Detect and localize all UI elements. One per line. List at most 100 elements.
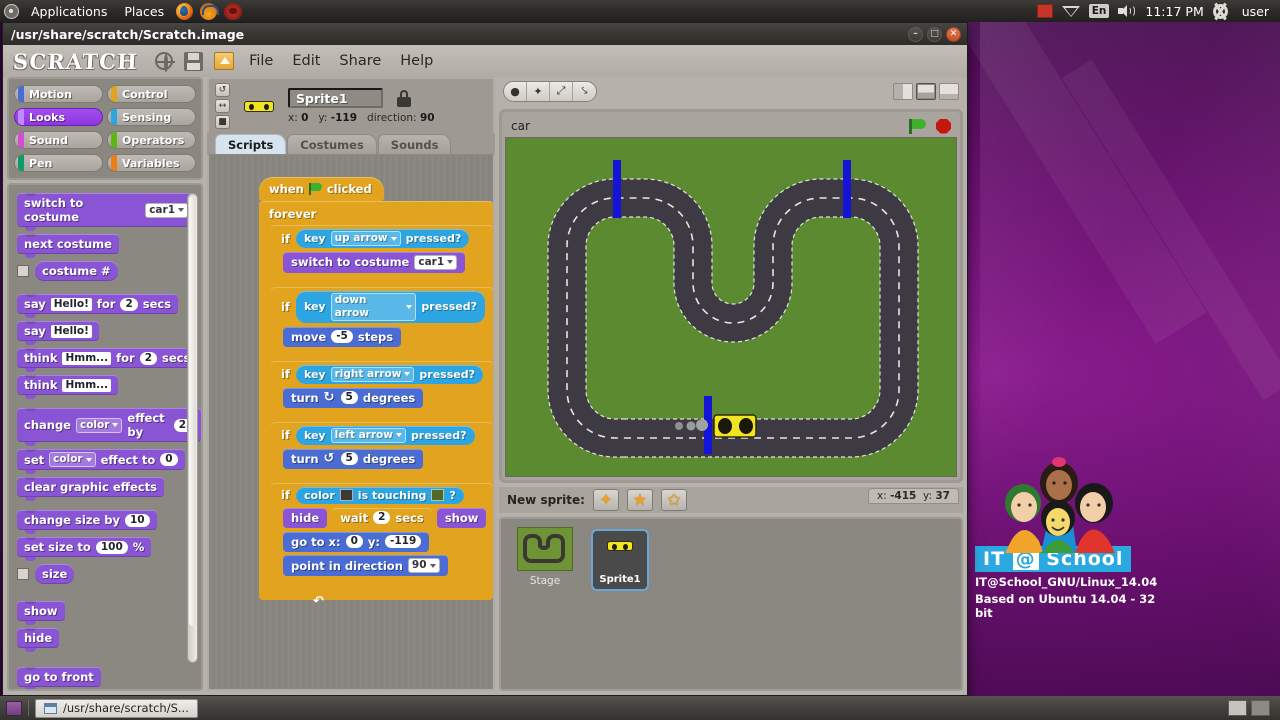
scripts-canvas[interactable]: when clicked forever if key up arrow pre… — [207, 154, 495, 691]
key-dropdown[interactable]: right arrow — [330, 366, 415, 382]
wait-secs-input[interactable]: 2 — [373, 511, 391, 524]
block-hide[interactable]: hide — [283, 507, 328, 528]
effect-dropdown[interactable]: color — [49, 452, 96, 467]
degrees-input[interactable]: 5 — [340, 391, 358, 404]
normal-stage-icon[interactable] — [916, 82, 936, 100]
menu-edit[interactable]: Edit — [288, 51, 324, 71]
category-sensing[interactable]: Sensing — [107, 108, 196, 126]
tab-costumes[interactable]: Costumes — [287, 134, 377, 154]
size-checkbox[interactable] — [17, 568, 29, 580]
block-key-pressed[interactable]: key left arrow pressed? — [295, 425, 475, 445]
palette-block-think[interactable]: think Hmm... — [17, 375, 119, 399]
direction-dropdown[interactable]: 90 — [407, 558, 440, 573]
category-operators[interactable]: Operators — [107, 131, 196, 149]
palette-block-switch-to-costume[interactable]: switch to costume car1 — [17, 193, 195, 231]
menu-share[interactable]: Share — [335, 51, 385, 71]
stage-thumbnail[interactable] — [517, 527, 573, 571]
minimize-button[interactable]: – — [908, 26, 923, 42]
think-text-input[interactable]: Hmm... — [62, 378, 112, 392]
key-dropdown[interactable]: up arrow — [330, 231, 401, 246]
menu-help[interactable]: Help — [396, 51, 437, 71]
flip-horizontal-icon[interactable]: ↔ — [215, 99, 230, 113]
mail-icon[interactable] — [224, 2, 243, 20]
palette-block-change-size-by[interactable]: change size by 10 — [17, 510, 157, 534]
script-stack[interactable]: when clicked forever if key up arrow pre… — [259, 177, 493, 609]
tab-scripts[interactable]: Scripts — [215, 134, 287, 154]
wifi-icon[interactable] — [1061, 5, 1080, 17]
workspace-2[interactable] — [1251, 700, 1270, 716]
magic-wand-icon[interactable]: ✦ — [527, 81, 550, 101]
choose-new-sprite-icon[interactable]: ★ — [626, 489, 653, 511]
save-icon[interactable] — [184, 51, 204, 71]
stage-canvas[interactable] — [505, 137, 957, 477]
category-motion[interactable]: Motion — [14, 85, 103, 103]
palette-block-go-to-front[interactable]: go to front — [17, 667, 101, 689]
block-color-is-touching[interactable]: color is touching ? — [295, 486, 464, 504]
color-swatch-target[interactable] — [431, 489, 445, 501]
sprite-list-pane[interactable]: Stage Sprite1 — [499, 517, 963, 691]
block-when-green-flag-clicked[interactable]: when clicked — [259, 177, 384, 201]
block-key-pressed[interactable]: key right arrow pressed? — [295, 364, 483, 384]
firefox-icon[interactable] — [176, 2, 194, 20]
block-if-down-arrow[interactable]: if key down arrow pressed? move -5 steps — [271, 286, 493, 359]
palette-block-set-size-to[interactable]: set size to 100 % — [17, 537, 152, 561]
palette-block-think-for-secs[interactable]: think Hmm... for 2 secs — [17, 348, 198, 372]
menu-file[interactable]: File — [245, 51, 277, 71]
palette-scroll-area[interactable]: switch to costume car1 next costume cost — [7, 183, 203, 691]
key-dropdown[interactable]: down arrow — [330, 292, 417, 321]
category-looks[interactable]: Looks — [14, 108, 103, 126]
show-desktop-icon[interactable] — [6, 700, 22, 716]
globe-icon[interactable] — [155, 52, 176, 72]
window-title-bar[interactable]: /usr/share/scratch/Scratch.image – □ ✕ — [3, 23, 967, 45]
random-sprite-icon[interactable]: ✩ — [660, 489, 687, 511]
block-show[interactable]: show — [436, 507, 487, 528]
block-key-pressed[interactable]: key down arrow pressed? — [295, 290, 485, 323]
block-if-up-arrow[interactable]: if key up arrow pressed? switch to costu… — [271, 225, 493, 285]
paint-new-sprite-icon[interactable]: ✦ — [592, 489, 619, 511]
close-button[interactable]: ✕ — [946, 26, 961, 42]
color-swatch-source[interactable] — [339, 489, 353, 501]
stage-selector[interactable]: Stage — [509, 527, 581, 681]
volume-icon[interactable] — [1118, 4, 1136, 18]
think-text-input[interactable]: Hmm... — [62, 351, 112, 365]
scrollbar-thumb[interactable] — [189, 196, 196, 626]
menu-places[interactable]: Places — [119, 2, 169, 21]
costume-dropdown[interactable]: car1 — [414, 254, 458, 270]
small-stage-icon[interactable] — [893, 82, 913, 100]
sprite-name-input[interactable]: Sprite1 — [288, 88, 383, 108]
block-turn-counterclockwise[interactable]: turn ↺ 5 degrees — [283, 448, 424, 469]
presentation-icon[interactable] — [939, 82, 959, 100]
palette-block-next-costume[interactable]: next costume — [17, 234, 119, 258]
say-secs-input[interactable]: 2 — [120, 297, 138, 311]
tab-sounds[interactable]: Sounds — [377, 134, 452, 154]
block-key-pressed[interactable]: key up arrow pressed? — [295, 229, 470, 248]
costume-number-checkbox[interactable] — [17, 265, 29, 277]
palette-block-costume-number[interactable]: costume # — [35, 261, 118, 281]
size-delta-input[interactable]: 10 — [125, 513, 150, 527]
block-move-steps[interactable]: move -5 steps — [283, 326, 402, 347]
record-indicator-icon[interactable] — [1036, 4, 1053, 18]
palette-block-change-effect-by[interactable]: change color effect by 25 — [17, 408, 201, 446]
say-text-input[interactable]: Hello! — [50, 297, 92, 311]
palette-block-say-for-secs[interactable]: say Hello! for 2 secs — [17, 294, 179, 318]
goto-x-input[interactable]: 0 — [345, 535, 363, 548]
maximize-button[interactable]: □ — [927, 26, 942, 42]
palette-block-show[interactable]: show — [17, 601, 65, 625]
steps-input[interactable]: -5 — [331, 330, 353, 343]
menu-applications[interactable]: Applications — [26, 2, 112, 21]
workspace-1[interactable] — [1228, 700, 1247, 716]
category-control[interactable]: Control — [107, 85, 196, 103]
category-sound[interactable]: Sound — [14, 131, 103, 149]
degrees-input[interactable]: 5 — [340, 452, 358, 465]
palette-block-clear-graphic-effects[interactable]: clear graphic effects — [17, 477, 164, 501]
category-pen[interactable]: Pen — [14, 154, 103, 172]
ubuntu-logo-icon[interactable] — [4, 3, 19, 19]
stop-button[interactable] — [936, 118, 951, 134]
palette-block-say[interactable]: say Hello! — [17, 321, 99, 345]
palette-block-size[interactable]: size — [35, 564, 75, 584]
category-variables[interactable]: Variables — [107, 154, 196, 172]
gear-icon[interactable] — [1212, 3, 1228, 19]
open-project-icon[interactable] — [214, 52, 235, 70]
lock-icon[interactable] — [397, 89, 411, 107]
grow-icon[interactable]: ⤢ — [550, 81, 573, 101]
